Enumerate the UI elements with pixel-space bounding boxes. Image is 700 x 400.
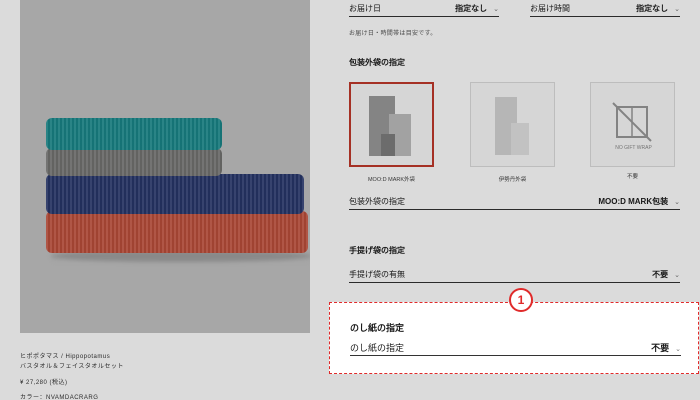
delivery-date-value: 指定なし: [455, 3, 488, 13]
gift-wrap-option-caption: 伊勢丹外袋: [498, 177, 527, 183]
shopping-bag-select-label: 手提げ袋の有無: [349, 269, 405, 279]
gift-wrap-option-none[interactable]: NO GIFT WRAP: [590, 82, 675, 167]
delivery-date-label: お届け日: [349, 3, 381, 13]
noshi-select-label: のし紙の指定: [350, 342, 405, 353]
product-price: ¥ 27,280 (税込): [20, 380, 68, 386]
noshi-select-value: 不要: [651, 342, 670, 353]
gift-wrap-option-isetan[interactable]: [470, 82, 555, 167]
step-number-badge: 1: [509, 288, 533, 312]
delivery-note: お届け日・時間帯は目安です。: [349, 31, 437, 37]
delivery-time-select[interactable]: お届け時間 指定なし ⌄: [530, 0, 680, 17]
noshi-title: のし紙の指定: [350, 323, 405, 333]
gift-wrap-option-moodmark[interactable]: [349, 82, 434, 167]
chevron-down-icon: ⌄: [674, 5, 680, 13]
product-brand: ヒポポタマス / Hippopotamus: [20, 354, 111, 360]
shopping-bag-image: [369, 96, 411, 156]
product-image: [20, 0, 310, 333]
delivery-date-select[interactable]: お届け日 指定なし ⌄: [349, 0, 499, 17]
delivery-time-label: お届け時間: [530, 3, 570, 13]
gift-wrap-option-caption: 不要: [626, 174, 638, 180]
product-color: カラー：NVAMDACRARG: [20, 395, 99, 400]
delivery-time-value: 指定なし: [636, 3, 669, 13]
noshi-select[interactable]: のし紙の指定 不要 ⌄: [350, 339, 681, 356]
noshi-section-highlight: のし紙の指定 のし紙の指定 不要 ⌄: [329, 302, 699, 374]
gift-wrap-title: 包装外袋の指定: [349, 58, 405, 67]
shopping-bag-title: 手提げ袋の指定: [349, 246, 405, 255]
gift-wrap-select[interactable]: 包装外袋の指定 MOO:D MARK包装 ⌄: [349, 193, 680, 210]
towel-teal: [46, 118, 222, 150]
chevron-down-icon: ⌄: [674, 271, 680, 279]
gift-wrap-option-caption: MOO:D MARK外袋: [367, 177, 416, 183]
no-gift-wrap-text: NO GIFT WRAP: [615, 145, 652, 151]
chevron-down-icon: ⌄: [493, 5, 499, 13]
chevron-down-icon: ⌄: [674, 198, 680, 206]
shopping-bag-select-value: 不要: [652, 269, 669, 279]
no-gift-wrap-icon: [612, 102, 652, 142]
paper-bag-image: [495, 97, 529, 155]
gift-wrap-select-label: 包装外袋の指定: [349, 196, 405, 206]
shopping-bag-select[interactable]: 手提げ袋の有無 不要 ⌄: [349, 266, 680, 283]
towel-navy: [46, 174, 304, 214]
gift-wrap-select-value: MOO:D MARK包装: [598, 196, 669, 206]
product-name: バスタオル＆フェイスタオルセット: [20, 364, 124, 370]
chevron-down-icon: ⌄: [675, 345, 681, 353]
towel-gray: [46, 148, 222, 176]
towel-red: [46, 211, 308, 253]
